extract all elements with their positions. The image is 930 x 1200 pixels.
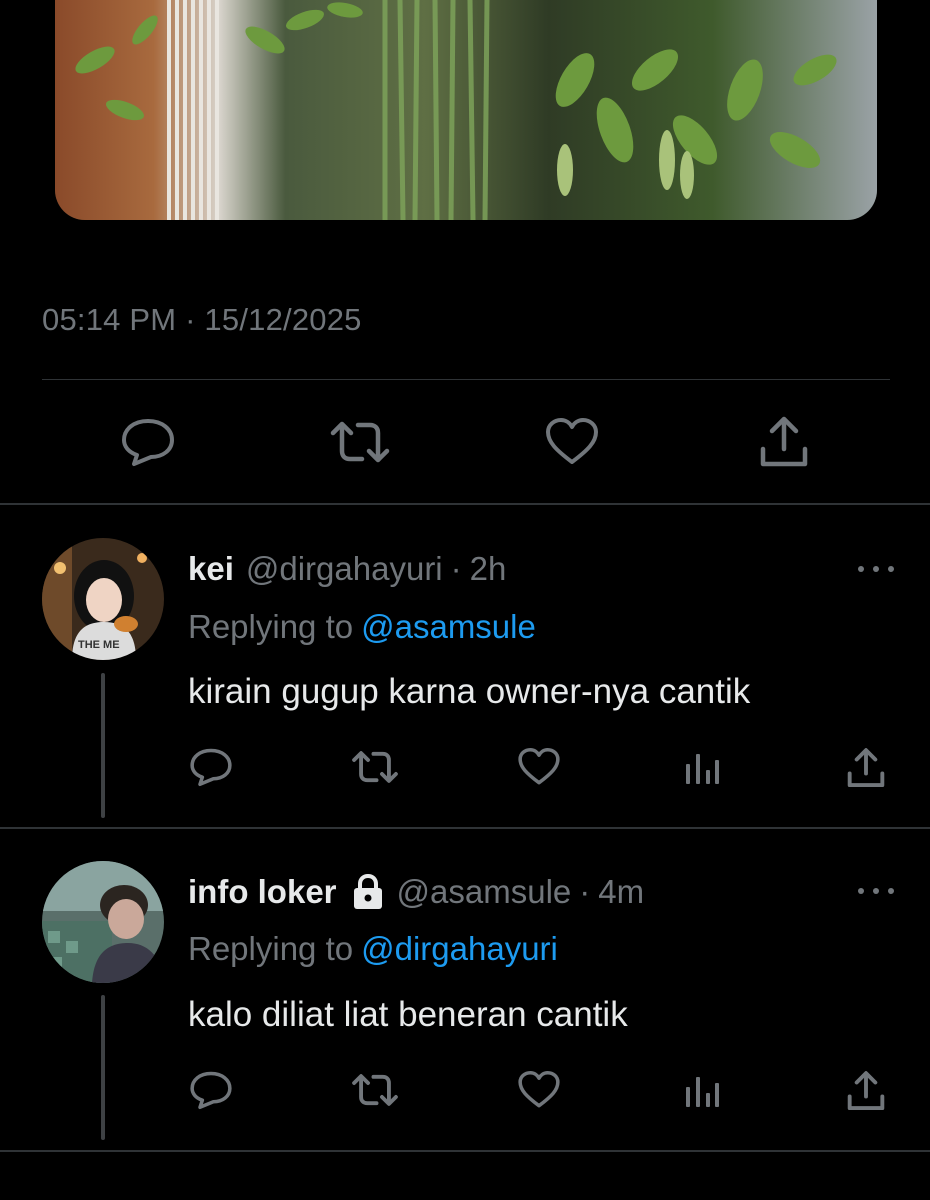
separator: · (450, 550, 462, 587)
reply-text: kirain gugup karna owner-nya cantik (188, 672, 751, 711)
replying-to: Replying to @asamsule (188, 608, 536, 646)
reply-icon[interactable] (118, 416, 178, 468)
reply-icon[interactable] (188, 746, 234, 788)
like-icon[interactable] (516, 1069, 562, 1111)
reply-header: info loker @asamsule · 4m (188, 873, 644, 911)
thread-line (101, 995, 105, 1140)
share-icon[interactable] (756, 414, 812, 470)
views-icon[interactable] (682, 748, 722, 788)
svg-text:THE ME: THE ME (78, 639, 120, 651)
reply-text: kalo diliat liat beneran cantik (188, 995, 628, 1034)
reply-header: kei @dirgahayuri · 2h (188, 550, 506, 588)
divider (0, 827, 930, 829)
replying-to: Replying to @dirgahayuri (188, 930, 558, 968)
avatar[interactable] (42, 861, 164, 983)
reply-time[interactable]: 2h (470, 550, 507, 588)
divider (0, 1150, 930, 1152)
divider (42, 379, 890, 380)
thread-line (101, 673, 105, 818)
share-icon[interactable] (844, 746, 888, 790)
divider (0, 503, 930, 505)
mention-link[interactable]: @asamsule (361, 608, 536, 645)
username-handle[interactable]: @asamsule (397, 873, 572, 911)
retweet-icon[interactable] (350, 748, 400, 786)
separator: · (579, 873, 591, 910)
display-name[interactable]: info loker (188, 873, 337, 911)
avatar[interactable]: THE ME (42, 538, 164, 660)
tweet-timestamp: 05:14 PM · 15/12/2025 (42, 302, 362, 337)
reply-icon[interactable] (188, 1069, 234, 1111)
tweet-media-image[interactable] (55, 0, 877, 220)
like-icon[interactable] (516, 746, 562, 788)
more-options-icon[interactable] (858, 884, 894, 898)
lock-icon (351, 873, 385, 911)
mention-link[interactable]: @dirgahayuri (361, 930, 558, 967)
reply-time[interactable]: 4m (598, 873, 644, 911)
share-icon[interactable] (844, 1069, 888, 1113)
retweet-icon[interactable] (328, 418, 392, 466)
replying-label: Replying to (188, 930, 354, 967)
display-name[interactable]: kei (188, 550, 234, 588)
replying-label: Replying to (188, 608, 354, 645)
views-icon[interactable] (682, 1071, 722, 1111)
retweet-icon[interactable] (350, 1071, 400, 1109)
more-options-icon[interactable] (858, 562, 894, 576)
like-icon[interactable] (542, 416, 602, 468)
username-handle[interactable]: @dirgahayuri (246, 550, 443, 588)
